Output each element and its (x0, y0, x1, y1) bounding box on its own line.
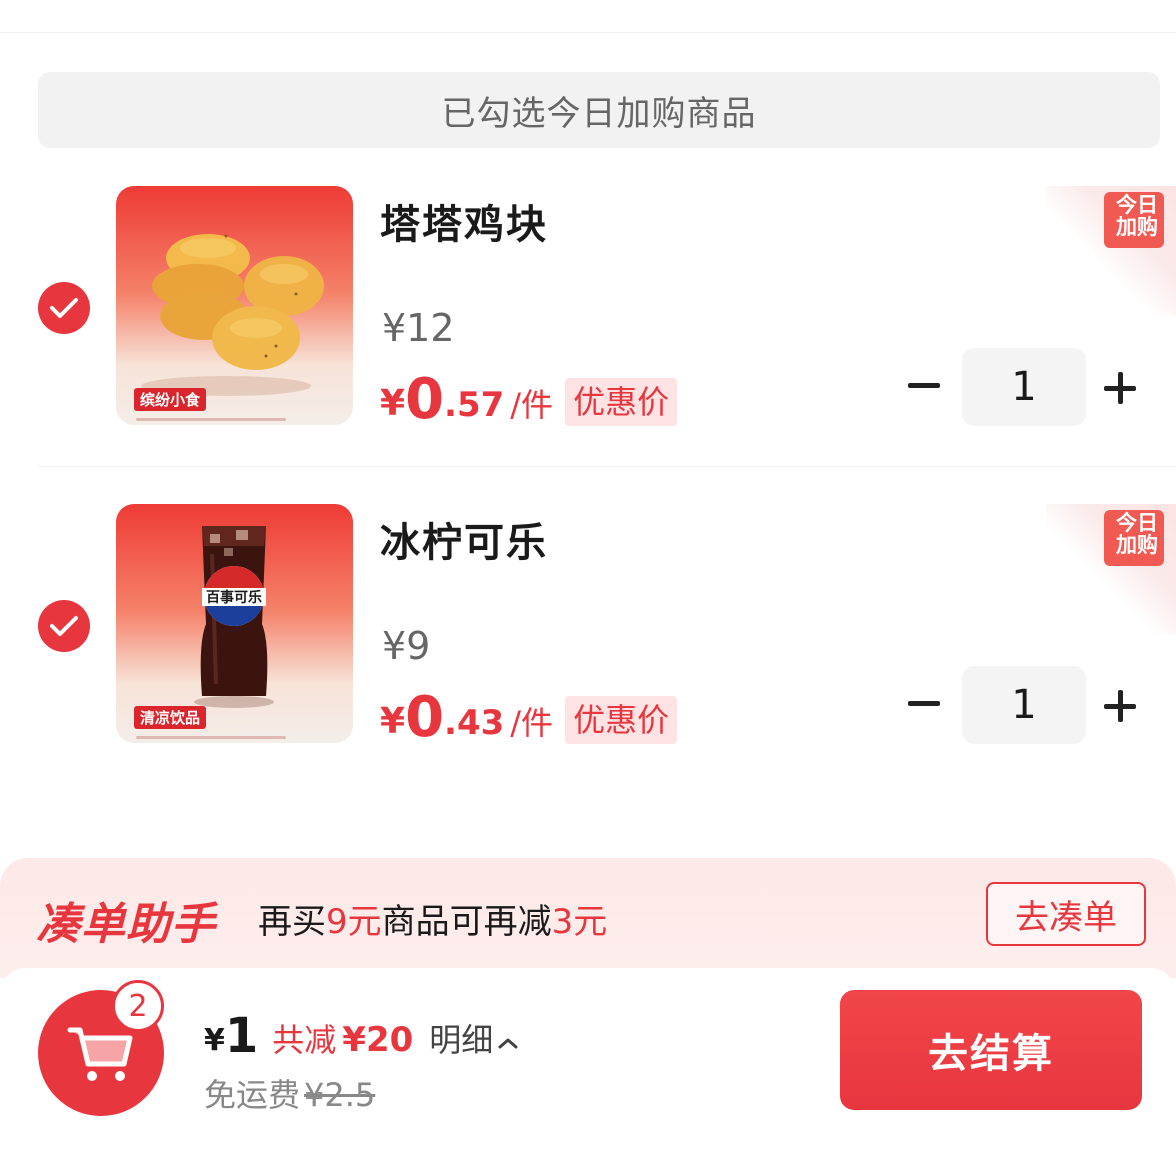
check-icon (50, 298, 78, 318)
deal-badge: 优惠价 (565, 696, 678, 744)
helper-title: 凑单助手 (36, 888, 220, 952)
quantity-value[interactable]: 1 (962, 666, 1086, 744)
product-label: 百事可乐 (206, 589, 262, 606)
deal-unit: /件 (510, 386, 554, 424)
checkout-button[interactable]: 去结算 (840, 990, 1142, 1110)
shipping-label: 免运费 (204, 1076, 301, 1114)
shipping-row: 免运费 ¥2.5 (204, 1070, 375, 1116)
deal-decimal: .57 (444, 385, 505, 425)
selected-banner: 已勾选今日加购商品 (38, 72, 1160, 148)
helper-text-a: 再买 (258, 902, 326, 942)
deal-decimal: .43 (444, 703, 505, 743)
item-checkbox[interactable] (38, 282, 90, 334)
cart-item-nuggets: 缤纷小食 塔塔鸡块 ¥12 ¥ 0 .57 /件 优惠价 今日加购 1 (0, 186, 1176, 466)
original-price: ¥9 (382, 624, 431, 668)
decrement-button[interactable] (906, 368, 942, 404)
category-tag: 缤纷小食 (134, 388, 207, 411)
order-helper-bar: 凑单助手 再买9元商品可再减3元 去凑单 (0, 858, 1176, 978)
deal-integer: 0 (405, 685, 445, 750)
category-tag: 清凉饮品 (134, 706, 207, 729)
helper-amount: 9元 (326, 902, 382, 942)
badge-text: 今日加购 (1116, 193, 1158, 239)
deal-price-row: ¥ 0 .43 /件 优惠价 (380, 685, 678, 750)
original-price: ¥12 (382, 306, 455, 350)
item-name[interactable]: 冰柠可乐 (380, 510, 548, 568)
quantity-stepper: 1 (900, 348, 1150, 426)
add-more-button[interactable]: 去凑单 (986, 882, 1146, 946)
increment-button[interactable] (1100, 686, 1140, 726)
deal-badge: 优惠价 (565, 378, 678, 426)
helper-discount: 3元 (551, 902, 608, 942)
deal-currency: ¥ (380, 383, 406, 424)
helper-text-b: 商品可再减 (381, 902, 552, 942)
top-divider (0, 32, 1176, 33)
total-currency: ¥ (204, 1023, 225, 1058)
plus-icon (1104, 372, 1136, 404)
item-divider (38, 466, 1176, 467)
increment-button[interactable] (1100, 368, 1140, 408)
minus-icon (908, 383, 940, 388)
item-checkbox[interactable] (38, 600, 90, 652)
today-addon-badge: 今日加购 (1046, 504, 1176, 634)
cart-icon (67, 1027, 133, 1081)
decrement-button[interactable] (906, 686, 942, 722)
fine-print (136, 418, 286, 421)
check-icon (50, 616, 78, 636)
banner-text: 已勾选今日加购商品 (441, 93, 757, 134)
item-name[interactable]: 塔塔鸡块 (380, 192, 548, 250)
deal-price-row: ¥ 0 .57 /件 优惠价 (380, 367, 678, 432)
shipping-original: ¥2.5 (304, 1076, 376, 1114)
today-addon-badge: 今日加购 (1046, 186, 1176, 316)
product-image-nuggets[interactable]: 缤纷小食 (116, 186, 353, 425)
product-image-cola[interactable]: 百事可乐 清凉饮品 (116, 504, 353, 743)
quantity-value[interactable]: 1 (962, 348, 1086, 426)
fine-print (136, 736, 286, 739)
deal-unit: /件 (510, 704, 554, 742)
quantity-stepper: 1 (900, 666, 1150, 744)
total-row: ¥ 1 共减 ¥20 明细 (204, 1006, 519, 1062)
detail-link[interactable]: 明细 (429, 1018, 493, 1062)
helper-text: 再买9元商品可再减3元 (258, 894, 607, 943)
saved-amount: ¥20 (342, 1020, 414, 1060)
minus-icon (908, 701, 940, 706)
deal-currency: ¥ (380, 701, 406, 742)
saved-label: 共减 (272, 1021, 337, 1059)
deal-integer: 0 (405, 367, 445, 432)
cart-count-badge: 2 (112, 980, 164, 1032)
checkout-bar: 2 ¥ 1 共减 ¥20 明细 免运费 ¥2.5 去结算 (0, 968, 1176, 1163)
total-amount: 1 (224, 1008, 259, 1064)
badge-text: 今日加购 (1116, 511, 1158, 557)
chevron-up-icon[interactable] (497, 1022, 519, 1062)
cart-item-cola: 百事可乐 清凉饮品 冰柠可乐 ¥9 ¥ 0 .43 /件 优惠价 今日加购 1 (0, 504, 1176, 784)
plus-icon (1104, 690, 1136, 722)
